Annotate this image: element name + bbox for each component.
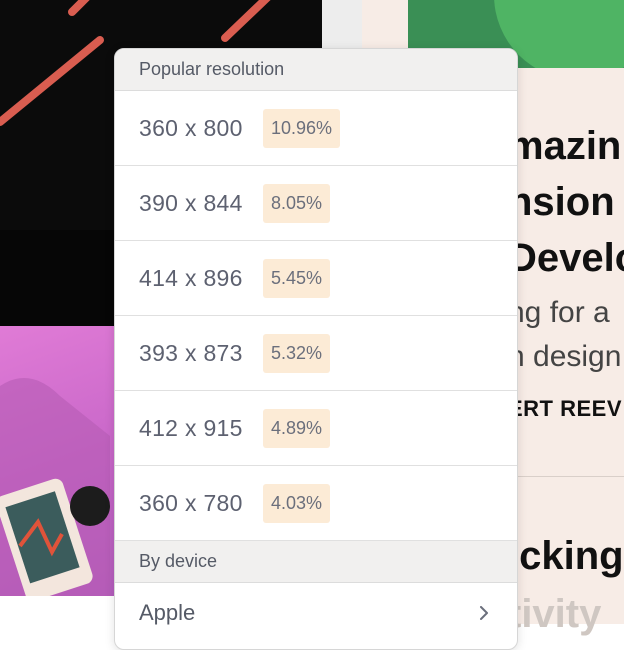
device-option-apple[interactable]: Apple [115, 583, 517, 643]
usage-share-badge: 5.32% [263, 333, 331, 373]
article-author: ERT REEV [508, 396, 623, 421]
resolution-label: 390 x 844 [139, 189, 243, 216]
next-article-title-line[interactable]: tivity [508, 592, 601, 637]
article-title-line[interactable]: nsion [508, 180, 615, 225]
next-article-title-line[interactable]: icking [508, 534, 624, 579]
article-excerpt-line: ng for a [508, 296, 610, 329]
resolution-option[interactable]: 414 x 896 5.45% [115, 241, 517, 316]
resolution-label: 414 x 896 [139, 264, 243, 291]
article-excerpt-line: n design [508, 340, 622, 373]
resolution-dropdown-menu: Popular resolution 360 x 800 10.96% 390 … [114, 48, 518, 650]
resolution-option[interactable]: 393 x 873 5.32% [115, 316, 517, 391]
by-device-header: By device [115, 541, 517, 583]
usage-share-badge: 10.96% [263, 108, 341, 148]
article-title-line[interactable]: mazin [508, 124, 621, 169]
resolution-label: 412 x 915 [139, 414, 243, 441]
usage-share-badge: 4.03% [263, 483, 331, 523]
scrollbar-track [322, 0, 362, 48]
resolution-label: 393 x 873 [139, 339, 243, 366]
device-label: Apple [139, 600, 196, 625]
usage-share-badge: 5.45% [263, 258, 331, 298]
chevron-right-icon [480, 606, 488, 620]
resolution-label: 360 x 800 [139, 114, 243, 141]
popular-resolution-header: Popular resolution [115, 49, 517, 91]
article-title-line[interactable]: Develo [508, 236, 624, 281]
resolution-option[interactable]: 412 x 915 4.89% [115, 391, 517, 466]
resolution-option[interactable]: 390 x 844 8.05% [115, 166, 517, 241]
usage-share-badge: 8.05% [263, 183, 331, 223]
usage-share-badge: 4.89% [263, 408, 331, 448]
resolution-option[interactable]: 360 x 800 10.96% [115, 91, 517, 166]
resolution-label: 360 x 780 [139, 489, 243, 516]
resolution-option[interactable]: 360 x 780 4.03% [115, 466, 517, 541]
